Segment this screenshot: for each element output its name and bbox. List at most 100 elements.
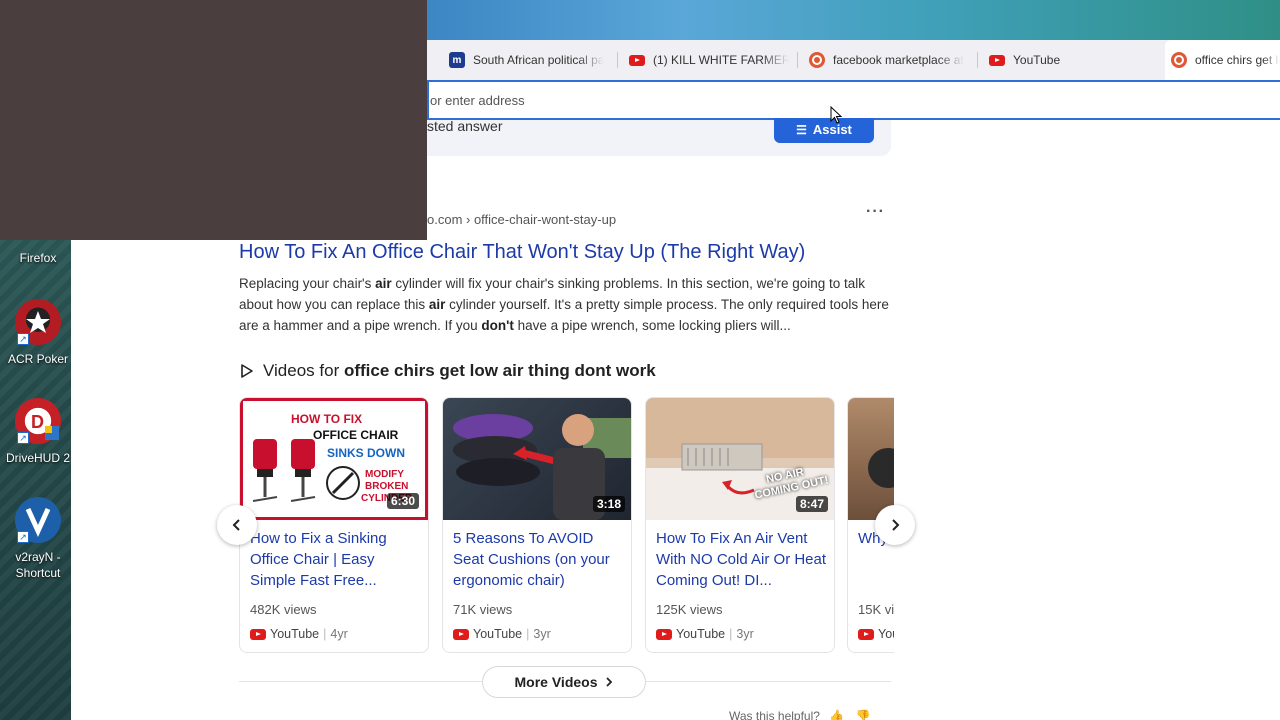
play-icon [241, 364, 253, 378]
more-videos-label: More Videos [514, 674, 598, 690]
chevron-right-icon [605, 677, 612, 687]
tab-youtube[interactable]: YouTube [989, 40, 1149, 80]
video-title-link[interactable]: How To Fix An Air Vent With NO Cold Air … [656, 528, 828, 591]
thumb-caption: HOW TO FIX [291, 412, 363, 426]
assist-icon: ☰ [796, 123, 807, 137]
youtube-icon [656, 628, 672, 640]
svg-text:D: D [31, 412, 44, 432]
video-source: You [858, 627, 894, 641]
tab-separator [797, 52, 798, 68]
mouse-cursor-icon [830, 106, 843, 124]
tab-bar: m South African political pa (1) KILL WH… [427, 40, 1280, 80]
drivehud-icon: D ↗ [15, 398, 61, 444]
chevron-left-icon [232, 519, 240, 531]
carousel-next-button[interactable] [875, 505, 915, 545]
result-snippet: Replacing your chair's air cylinder will… [239, 273, 889, 336]
duckduckgo-icon [1171, 52, 1187, 68]
carousel-prev-button[interactable] [217, 505, 257, 545]
tab-news[interactable]: m South African political pa [449, 40, 609, 80]
videos-heading-query: office chirs get low air thing dont work [343, 361, 656, 380]
video-age: 3yr [736, 627, 754, 641]
videos-section-heading: Videos for office chirs get low air thin… [239, 361, 656, 381]
video-card[interactable]: 3:18 5 Reasons To AVOID Seat Cushions (o… [442, 397, 632, 653]
tab-youtube-video[interactable]: (1) KILL WHITE FARMER V [629, 40, 789, 80]
video-source-name: You [878, 627, 894, 641]
video-duration: 3:18 [592, 496, 625, 512]
video-age: 3yr [533, 627, 551, 641]
video-age: 4yr [330, 627, 348, 641]
video-card[interactable]: NO AIR COMING OUT! 8:47 How To Fix An Ai… [645, 397, 835, 653]
overlapping-window [0, 0, 427, 240]
youtube-icon [989, 52, 1005, 68]
video-thumbnail [848, 398, 894, 520]
video-card[interactable]: HOW TO FIX OFFICE CHAIR SINKS DOWN MODIF… [239, 397, 429, 653]
tab-facebook-search[interactable]: facebook marketplace at [809, 40, 969, 80]
video-source-name: YouTube [473, 627, 523, 641]
thumb-caption: SINKS DOWN [327, 446, 405, 460]
video-views: 125K views [656, 602, 723, 617]
video-title-link[interactable]: 5 Reasons To AVOID Seat Cushions (on you… [453, 528, 625, 591]
result-title-link[interactable]: How To Fix An Office Chair That Won't St… [239, 241, 805, 264]
snippet-run: Replacing your chair's [239, 276, 376, 291]
tab-separator [617, 52, 618, 68]
video-views: 15K vi [858, 602, 894, 617]
youtube-icon [629, 52, 645, 68]
news-site-icon: m [449, 52, 465, 68]
tab-office-chair-search[interactable]: office chirs get lo [1165, 40, 1280, 80]
tab-title: South African political pa [473, 53, 605, 67]
tab-separator [977, 52, 978, 68]
video-carousel: HOW TO FIX OFFICE CHAIR SINKS DOWN MODIF… [239, 397, 894, 654]
result-more-options-button[interactable]: ··· [866, 203, 885, 221]
snippet-run: air [428, 297, 446, 312]
duckduckgo-icon [809, 52, 825, 68]
thumb-caption: OFFICE CHAIR [313, 428, 399, 442]
snippet-run: air [375, 276, 392, 291]
desktop-icon-drivehud[interactable]: D ↗ DriveHUD 2 [0, 398, 76, 466]
video-thumbnail: 3:18 [443, 398, 631, 520]
video-title-link[interactable]: How to Fix a Sinking Office Chair | Easy… [250, 528, 422, 591]
video-source: YouTube | 3yr [453, 627, 551, 641]
thumb-caption: MODIFY [365, 469, 404, 480]
youtube-icon [453, 628, 469, 640]
snippet-run: have a pipe wrench, some locking pliers … [513, 318, 791, 333]
thumbs-up-icon[interactable]: 👍 [829, 709, 844, 720]
video-thumbnail: NO AIR COMING OUT! 8:47 [646, 398, 834, 520]
desktop-icon-acr-poker[interactable]: ↗ ACR Poker [0, 299, 76, 367]
feedback-label: Was this helpful? [729, 709, 820, 720]
desktop-icon-label-line2: Shortcut [15, 566, 61, 580]
desktop-icon-label: Firefox [19, 251, 57, 265]
youtube-icon [250, 628, 266, 640]
suggested-answer-label: sted answer [427, 118, 503, 134]
result-breadcrumb: o.com › office-chair-wont-stay-up [427, 212, 617, 227]
video-views: 482K views [250, 602, 317, 617]
youtube-icon [858, 628, 874, 640]
video-source: YouTube | 3yr [656, 627, 754, 641]
chevron-right-icon [892, 519, 900, 531]
video-duration: 8:47 [795, 496, 828, 512]
desktop-icon-firefox[interactable]: Firefox [0, 236, 76, 266]
tab-title: YouTube [1013, 53, 1061, 67]
snippet-run: don't [481, 318, 514, 333]
desktop-icon-v2rayn[interactable]: ↗ v2rayN - Shortcut [0, 497, 76, 581]
thumb-caption: BROKEN [365, 481, 409, 492]
tab-title: facebook marketplace at [833, 53, 964, 67]
desktop-icon-label: ACR Poker [7, 352, 69, 366]
address-input[interactable] [430, 91, 1030, 109]
video-views: 71K views [453, 602, 513, 617]
video-duration: 6:30 [386, 493, 419, 509]
video-source-name: YouTube [270, 627, 320, 641]
more-videos-button[interactable]: More Videos [482, 666, 646, 698]
videos-heading-prefix: Videos for [263, 361, 344, 380]
v2rayn-icon: ↗ [15, 497, 61, 543]
tab-title: (1) KILL WHITE FARMER V [653, 53, 789, 67]
acr-poker-icon: ↗ [15, 299, 61, 345]
tab-title: office chirs get lo [1195, 53, 1280, 67]
video-source-name: YouTube [676, 627, 726, 641]
assist-button[interactable]: ☰ Assist [774, 118, 874, 143]
video-thumbnail: HOW TO FIX OFFICE CHAIR SINKS DOWN MODIF… [240, 398, 428, 520]
browser-header-background [427, 0, 1280, 40]
desktop-icon-label-line1: v2rayN - [15, 550, 61, 564]
desktop-icon-label: DriveHUD 2 [5, 451, 70, 465]
thumbs-down-icon[interactable]: 👎 [856, 709, 871, 720]
address-bar[interactable] [427, 80, 1280, 120]
